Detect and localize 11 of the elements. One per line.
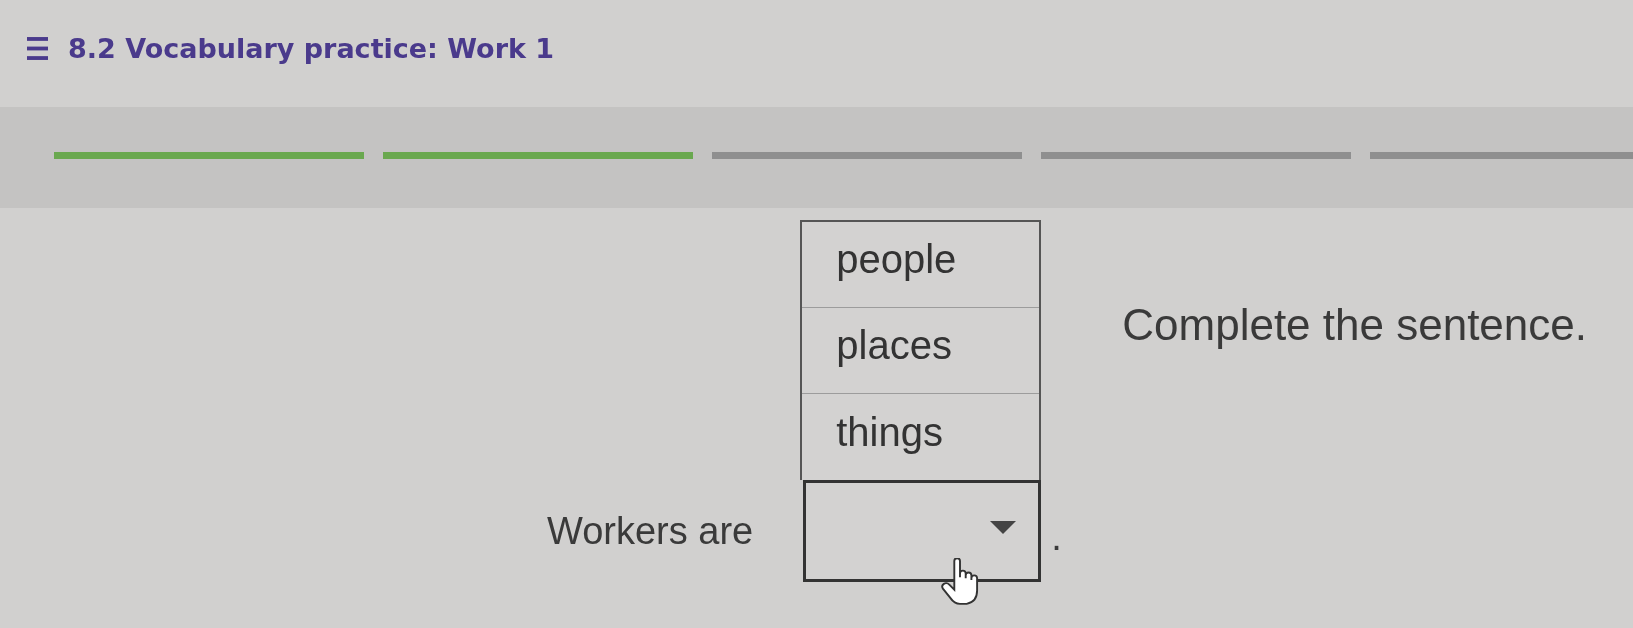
answer-dropdown[interactable] bbox=[803, 480, 1042, 582]
caret-down-icon bbox=[990, 521, 1017, 534]
page-title: 8.2 Vocabulary practice: Work 1 bbox=[68, 33, 555, 64]
instruction-text: Complete the sentence. bbox=[1122, 300, 1587, 350]
hand-pointer-icon bbox=[941, 558, 980, 606]
dropdown-option[interactable]: things bbox=[802, 394, 1040, 480]
dropdown-option[interactable]: places bbox=[802, 308, 1040, 394]
sentence-end-text: . bbox=[1051, 515, 1062, 559]
menu-icon[interactable] bbox=[27, 37, 48, 60]
sentence-start-text: Workers are bbox=[547, 509, 754, 553]
dropdown-option[interactable]: people bbox=[802, 222, 1040, 308]
